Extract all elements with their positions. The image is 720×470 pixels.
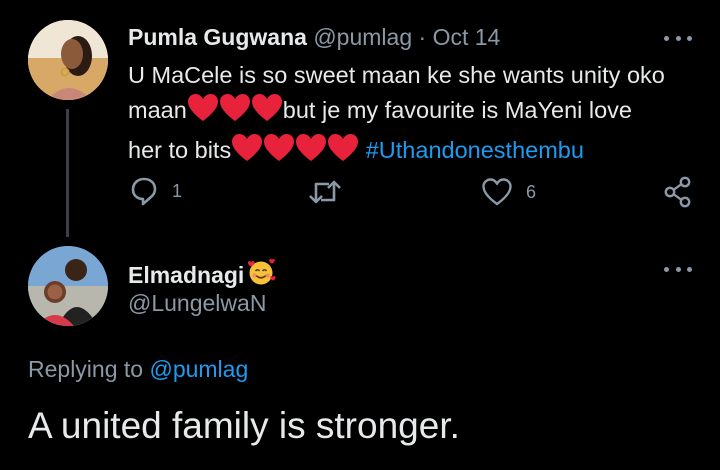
share-icon [664,176,691,208]
tweet-text-line: maan but je my favourite is MaYeni love [128,93,708,133]
thread-connector-line [66,109,69,237]
tweet-text-segment: but je my favourite is MaYeni love [282,97,632,123]
red-heart-icon [219,93,251,133]
hashtag-link[interactable]: #Uthandonesthembu [366,137,584,163]
tweet-text-line: U MaCele is so sweet maan ke she wants u… [128,62,665,88]
red-heart-icon [251,93,283,133]
tweet-text-segment: her to bits [128,137,232,163]
red-heart-icon [231,133,263,173]
replying-prefix: Replying to [28,356,144,382]
red-heart-icon [187,93,219,133]
smiling-face-with-hearts-icon [246,258,276,292]
avatar[interactable] [28,20,108,100]
like-count: 6 [526,181,537,202]
author-handle[interactable]: @pumlag [313,24,412,50]
tweet-date[interactable]: Oct 14 [433,24,501,50]
share-button[interactable] [664,176,692,208]
reply-count: 1 [172,180,183,201]
red-heart-icon [327,133,359,173]
avatar[interactable] [28,246,108,326]
more-icon[interactable] [664,264,692,274]
tweet-text-segment: maan [128,97,187,123]
retweet-button[interactable] [308,178,342,206]
tweet-text: U MaCele is so sweet maan ke she wants u… [128,58,708,173]
replying-mention-link[interactable]: @pumlag [149,356,248,382]
reply-icon [131,177,157,206]
replying-to: Replying to @pumlag [28,356,248,383]
like-icon [482,178,512,206]
reply-author-name[interactable]: Elmadnagi [128,258,276,292]
more-icon[interactable] [664,33,692,43]
tweet-action-bar: 1 6 [0,176,720,210]
tweet-thread: Pumla Gugwana @pumlag · Oct 14 U MaCele … [0,0,720,470]
separator: · [418,24,427,50]
retweet-icon [309,180,341,204]
reply-button[interactable]: 1 [130,176,182,206]
like-button[interactable]: 6 [482,178,536,206]
tweet-text-line: her to bits #Uthandonesthembu [128,133,708,173]
author-name[interactable]: Pumla Gugwana [128,24,307,50]
red-heart-icon [295,133,327,173]
reply-author-name-text: Elmadnagi [128,261,245,288]
reply-text: A united family is stronger. [28,405,460,446]
reply-author-handle[interactable]: @LungelwaN [128,290,266,317]
tweet-header: Pumla Gugwana @pumlag · Oct 14 [128,24,500,51]
red-heart-icon [263,133,295,173]
